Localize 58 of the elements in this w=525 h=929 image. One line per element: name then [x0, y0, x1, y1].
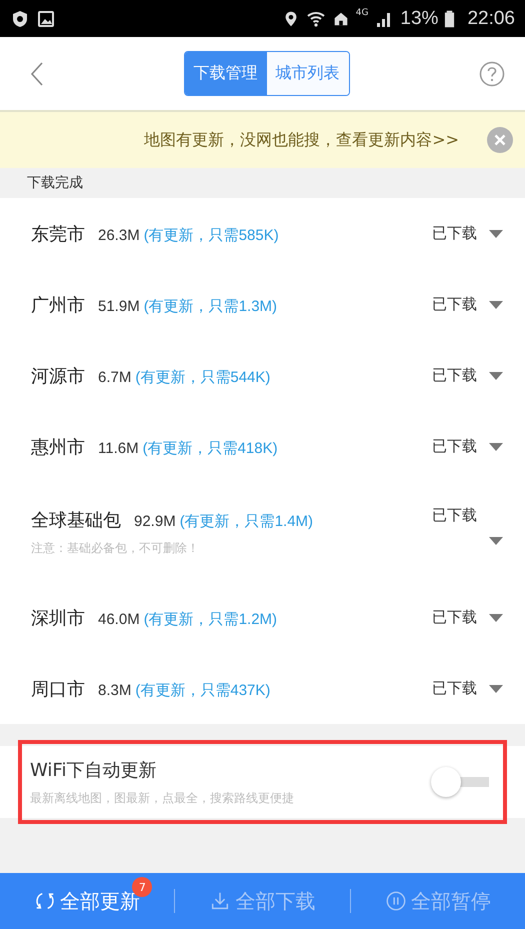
city-row[interactable]: 惠州市 11.6M (有更新，只需418K) 已下载 [0, 411, 525, 482]
city-name: 广州市 [31, 294, 85, 316]
battery-icon [444, 8, 456, 28]
pause-icon [384, 890, 407, 912]
update-size: (有更新，只需1.2M) [144, 610, 278, 628]
network-type: 4G [356, 8, 368, 18]
city-row[interactable]: 东莞市 26.3M (有更新，只需585K) 已下载 [0, 198, 525, 269]
status-text: 已下载 [432, 437, 477, 456]
city-row[interactable]: 河源市 6.7M (有更新，只需544K) 已下载 [0, 340, 525, 411]
map-size: 8.3M [98, 682, 132, 698]
back-icon[interactable] [30, 60, 44, 86]
note-text: 注意：基础必备包，不可删除！ [31, 540, 200, 556]
image-icon [36, 8, 56, 28]
city-name: 周口市 [31, 678, 85, 700]
update-size: (有更新，只需544K) [135, 368, 270, 386]
map-size: 6.7M [98, 368, 132, 386]
map-size: 51.9M [98, 298, 140, 314]
setting-description: 最新离线地图，图最新，点最全，搜索路线更便捷 [30, 790, 295, 806]
city-name: 惠州市 [31, 436, 85, 458]
update-size: (有更新，只需1.3M) [144, 296, 278, 316]
help-icon[interactable] [479, 60, 505, 86]
city-name: 深圳市 [31, 606, 85, 630]
shield-icon [10, 8, 30, 28]
map-size: 11.6M [98, 440, 139, 456]
banner-text[interactable]: 地图有更新，没网也能搜，查看更新内容>> [144, 130, 459, 150]
update-size: (有更新，只需585K) [144, 226, 279, 244]
update-size: (有更新，只需437K) [135, 680, 270, 700]
status-text: 已下载 [432, 608, 477, 627]
map-size: 92.9M [134, 512, 176, 530]
caret-icon[interactable] [489, 442, 503, 450]
section-title: 下载完成 [27, 174, 83, 192]
caret-icon[interactable] [489, 537, 503, 545]
clock: 22:06 [467, 8, 515, 30]
caret-icon[interactable] [489, 300, 503, 308]
city-row[interactable]: 周口市 8.3M (有更新，只需437K) 已下载 [0, 653, 525, 724]
city-row[interactable]: 深圳市 46.0M (有更新，只需1.2M) 已下载 [0, 582, 525, 653]
city-name: 全球基础包 [31, 508, 121, 532]
setting-title: WiFi下自动更新 [30, 758, 158, 782]
refresh-icon [34, 890, 56, 912]
caret-icon[interactable] [489, 684, 503, 692]
status-text: 已下载 [432, 295, 477, 314]
city-row[interactable]: 全球基础包 92.9M (有更新，只需1.4M) 注意：基础必备包，不可删除！ 已下载 [0, 482, 525, 582]
status-text: 已下载 [432, 366, 477, 385]
caret-icon[interactable] [489, 372, 503, 380]
city-name: 东莞市 [31, 222, 85, 246]
caret-icon[interactable] [489, 230, 503, 238]
status-text: 已下载 [432, 679, 477, 698]
caret-icon[interactable] [489, 614, 503, 622]
status-text: 已下载 [432, 224, 477, 243]
update-banner[interactable]: 地图有更新，没网也能搜，查看更新内容>> [0, 112, 525, 168]
map-size: 46.0M [98, 610, 140, 628]
map-size: 26.3M [98, 226, 140, 244]
update-size: (有更新，只需418K) [142, 438, 278, 458]
city-name: 河源市 [31, 364, 85, 388]
city-row[interactable]: 广州市 51.9M (有更新，只需1.3M) 已下载 [0, 269, 525, 340]
status-text: 已下载 [432, 506, 477, 525]
update-size: (有更新，只需1.4M) [180, 512, 314, 530]
battery-percent: 13% [400, 8, 438, 30]
